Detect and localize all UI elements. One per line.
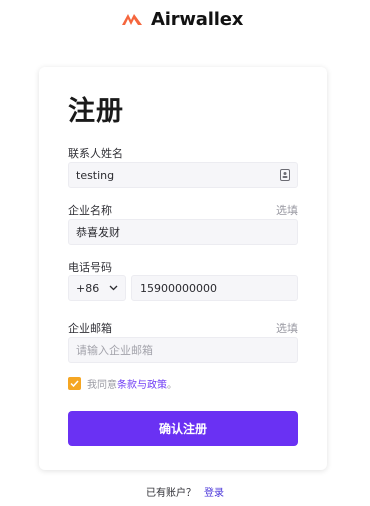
- company-optional: 选填: [276, 204, 298, 217]
- company-field[interactable]: 恭喜发财: [68, 219, 298, 245]
- phone-value: 15900000000: [140, 281, 217, 295]
- footer: 已有账户？ 登录: [0, 484, 370, 499]
- submit-button[interactable]: 确认注册: [68, 411, 298, 446]
- contact-name-field[interactable]: testing: [68, 162, 298, 188]
- register-card: 注册 联系人姓名 testing 企业名称 选填 恭喜发财 电话号码 +86 1…: [39, 67, 327, 470]
- footer-question: 已有账户？: [146, 488, 196, 499]
- airwallex-logo-icon: [122, 14, 142, 25]
- phone-label: 电话号码: [68, 261, 112, 274]
- page-title: 注册: [68, 96, 124, 127]
- agree-row: 我同意条款与政策。: [68, 376, 177, 391]
- agree-suffix: 。: [167, 380, 177, 391]
- brand-name: Airwallex: [151, 8, 244, 30]
- company-label: 企业名称: [68, 204, 112, 217]
- contact-name-value: testing: [76, 168, 115, 182]
- agree-checkbox[interactable]: [68, 377, 81, 390]
- email-placeholder: 请输入企业邮箱: [76, 344, 153, 357]
- contact-name-label: 联系人姓名: [68, 147, 123, 160]
- phone-field[interactable]: 15900000000: [131, 275, 298, 301]
- airwallex-logo: Airwallex: [120, 8, 243, 30]
- contact-card-icon[interactable]: [280, 169, 290, 181]
- login-link[interactable]: 登录: [204, 488, 224, 499]
- email-field[interactable]: 请输入企业邮箱: [68, 337, 298, 363]
- email-label: 企业邮箱: [68, 322, 112, 335]
- email-optional: 选填: [276, 322, 298, 335]
- chevron-down-icon: [109, 285, 118, 291]
- company-value: 恭喜发财: [76, 226, 120, 239]
- country-code-value: +86: [76, 281, 100, 295]
- check-icon: [70, 380, 79, 387]
- country-code-select[interactable]: +86: [68, 275, 126, 301]
- terms-link[interactable]: 条款与政策: [117, 380, 167, 391]
- agree-text: 我同意: [87, 380, 117, 391]
